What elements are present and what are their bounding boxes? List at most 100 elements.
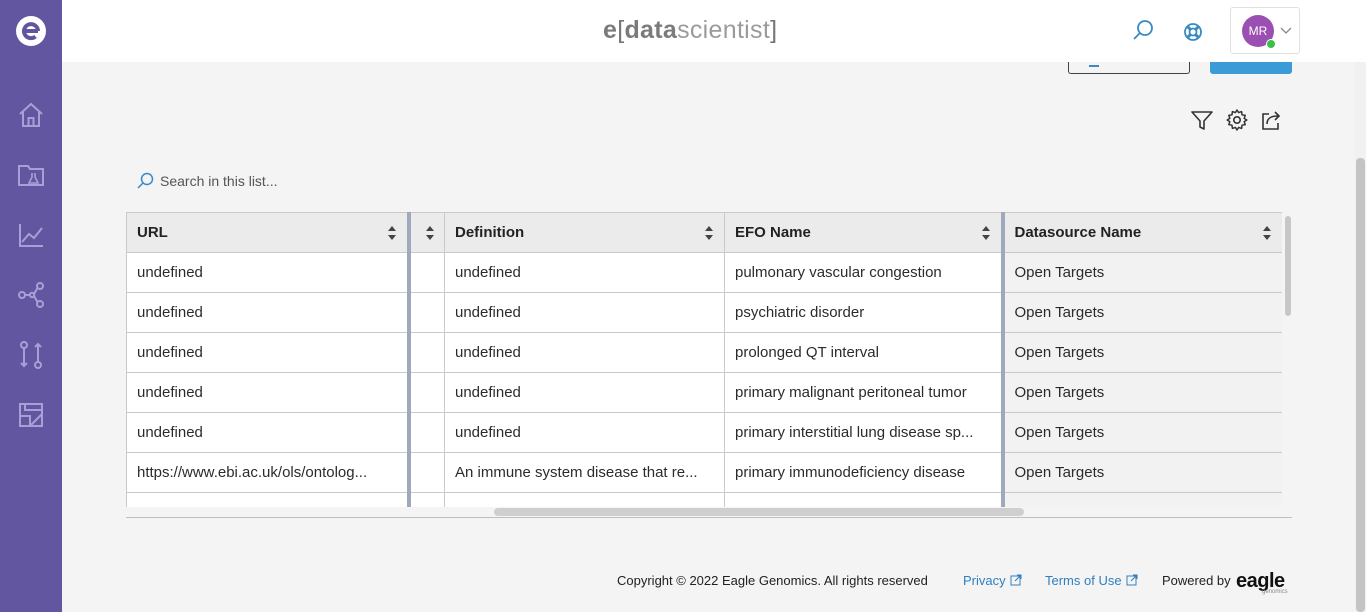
filter-icon[interactable] xyxy=(1190,108,1214,132)
home-icon[interactable] xyxy=(16,100,46,130)
app-logo-icon[interactable] xyxy=(15,15,47,47)
column-header-blank[interactable] xyxy=(406,212,445,253)
cell-efo-name: psychiatric disorder xyxy=(724,292,1003,333)
cell-efo-name: primary immunodeficiency disease xyxy=(724,452,1003,493)
cell-url: undefined xyxy=(126,412,409,453)
terms-link-wrap: Terms of Use xyxy=(1045,573,1138,588)
privacy-link-wrap: Privacy xyxy=(963,573,1022,588)
secondary-action-button[interactable] xyxy=(1068,62,1190,74)
table-row[interactable]: undefined undefined primary malignant pe… xyxy=(126,372,1282,413)
column-header-efo-name[interactable]: EFO Name xyxy=(724,212,1003,253)
reports-icon[interactable] xyxy=(16,400,46,430)
external-link-icon xyxy=(1126,574,1138,586)
network-graph-icon[interactable] xyxy=(16,280,46,310)
workflow-compare-icon[interactable] xyxy=(16,340,46,370)
cell-url: undefined xyxy=(126,252,409,293)
privacy-link[interactable]: Privacy xyxy=(963,573,1006,588)
cell-url: undefined xyxy=(126,372,409,413)
cell-blank xyxy=(406,292,445,333)
search-icon xyxy=(137,172,154,189)
table-row[interactable]: undefined undefined psychiatric disorder… xyxy=(126,292,1282,333)
brand-scientist: scientist xyxy=(677,16,771,44)
table-row[interactable]: undefined undefined prolonged QT interva… xyxy=(126,332,1282,373)
data-grid: URL Definition EFO Name Datasource Name … xyxy=(126,212,1292,518)
cell-blank xyxy=(406,452,445,493)
online-status-dot xyxy=(1266,39,1276,49)
table-row[interactable] xyxy=(126,492,1282,507)
grid-vertical-scrollbar[interactable] xyxy=(1284,212,1292,507)
cell-blank xyxy=(406,492,445,507)
top-bar: e[datascientist] MR xyxy=(62,0,1366,62)
analytics-chart-icon[interactable] xyxy=(16,220,46,250)
table-row[interactable]: undefined undefined pulmonary vascular c… xyxy=(126,252,1282,293)
column-header-label: Definition xyxy=(455,224,525,241)
external-link-icon xyxy=(1010,574,1022,586)
results-table: URL Definition EFO Name Datasource Name … xyxy=(126,212,1282,507)
cell-datasource: Open Targets xyxy=(1000,292,1282,333)
table-header-row: URL Definition EFO Name Datasource Name xyxy=(126,212,1282,253)
help-lifebuoy-icon[interactable] xyxy=(1180,19,1206,45)
cell-definition: undefined xyxy=(444,412,725,453)
primary-action-button[interactable] xyxy=(1210,62,1292,74)
cell-definition: undefined xyxy=(444,332,725,373)
settings-gear-icon[interactable] xyxy=(1225,108,1249,132)
cell-datasource: Open Targets xyxy=(1000,332,1282,373)
sort-icon[interactable] xyxy=(981,225,991,241)
brand-close-bracket: ] xyxy=(770,16,778,44)
list-search xyxy=(136,170,536,192)
column-header-label: EFO Name xyxy=(735,224,811,241)
share-export-icon[interactable] xyxy=(1259,108,1283,132)
powered-by-text: Powered by xyxy=(1162,573,1231,588)
cell-url xyxy=(126,492,409,507)
cell-datasource xyxy=(1000,492,1282,507)
cell-efo-name: prolonged QT interval xyxy=(724,332,1003,373)
cell-datasource: Open Targets xyxy=(1000,372,1282,413)
column-header-url[interactable]: URL xyxy=(126,212,409,253)
divider xyxy=(126,517,1292,518)
cell-datasource: Open Targets xyxy=(1000,412,1282,453)
sort-icon[interactable] xyxy=(387,225,397,241)
cell-datasource: Open Targets xyxy=(1000,252,1282,293)
cell-blank xyxy=(406,372,445,413)
table-row[interactable]: https://www.ebi.ac.uk/ols/ontolog... An … xyxy=(126,452,1282,493)
sort-icon[interactable] xyxy=(704,225,714,241)
column-header-label: Datasource Name xyxy=(1014,224,1142,241)
cell-efo-name: primary interstitial lung disease sp... xyxy=(724,412,1003,453)
scrollbar-thumb[interactable] xyxy=(1285,216,1291,316)
search-input[interactable] xyxy=(160,170,520,192)
brand-e: e xyxy=(603,16,618,44)
cell-blank xyxy=(406,252,445,293)
sort-icon[interactable] xyxy=(425,225,435,241)
cell-definition: undefined xyxy=(444,292,725,333)
cell-url: undefined xyxy=(126,332,409,373)
search-icon[interactable] xyxy=(1130,18,1156,44)
brand-data: data xyxy=(624,16,678,44)
button-icon xyxy=(1089,65,1099,67)
brand-wordmark: e[datascientist] xyxy=(603,16,777,45)
cell-datasource: Open Targets xyxy=(1000,452,1282,493)
chevron-down-icon xyxy=(1280,27,1292,34)
data-folder-icon[interactable] xyxy=(16,160,46,190)
column-header-definition[interactable]: Definition xyxy=(444,212,725,253)
cell-definition: undefined xyxy=(444,372,725,413)
page-vertical-scrollbar[interactable] xyxy=(1355,62,1366,612)
cell-blank xyxy=(406,412,445,453)
terms-of-use-link[interactable]: Terms of Use xyxy=(1045,573,1122,588)
sidebar xyxy=(0,0,62,612)
cell-definition: An immune system disease that re... xyxy=(444,452,725,493)
table-row[interactable]: undefined undefined primary interstitial… xyxy=(126,412,1282,453)
cell-blank xyxy=(406,332,445,373)
cell-definition xyxy=(444,492,725,507)
cell-efo-name xyxy=(724,492,1003,507)
eagle-genomics-logo[interactable]: eagle genomics xyxy=(1234,570,1292,596)
copyright-text: Copyright © 2022 Eagle Genomics. All rig… xyxy=(617,573,928,588)
cell-definition: undefined xyxy=(444,252,725,293)
sort-icon[interactable] xyxy=(1262,225,1272,241)
scrollbar-thumb[interactable] xyxy=(494,508,1024,516)
scrollbar-thumb[interactable] xyxy=(1356,158,1365,612)
logo-sub: genomics xyxy=(1262,589,1288,595)
user-menu-button[interactable]: MR xyxy=(1230,7,1300,54)
column-header-datasource-name[interactable]: Datasource Name xyxy=(1000,212,1282,253)
cell-url: https://www.ebi.ac.uk/ols/ontolog... xyxy=(126,452,409,493)
cell-url: undefined xyxy=(126,292,409,333)
